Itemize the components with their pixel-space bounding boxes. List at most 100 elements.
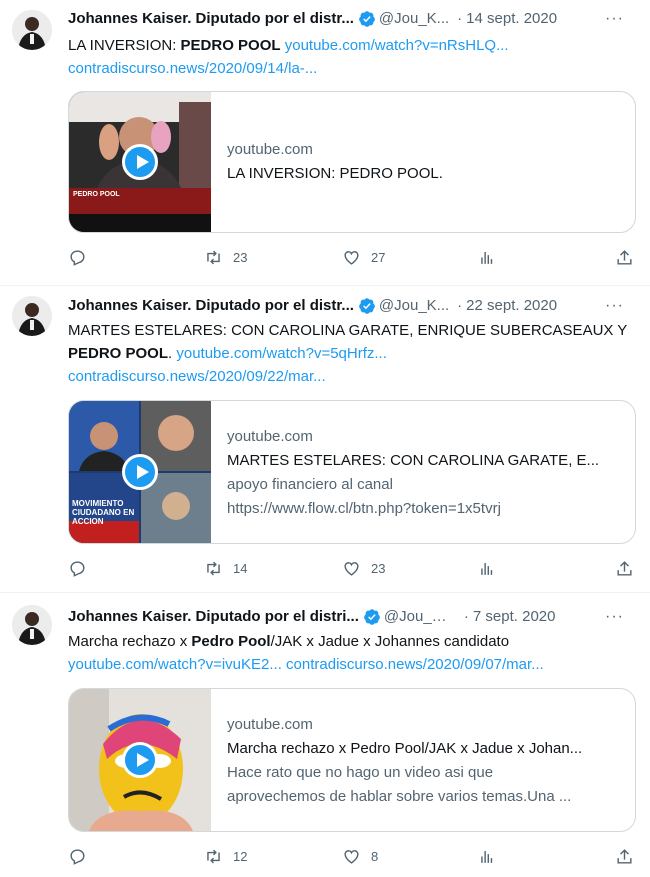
share-icon [617, 849, 632, 864]
play-icon[interactable] [122, 742, 158, 778]
share-button[interactable] [615, 847, 634, 866]
author-name[interactable]: Johannes Kaiser. Diputado por el distri.… [68, 607, 359, 627]
share-icon [617, 250, 632, 265]
card-title: LA INVERSION: PEDRO POOL. [227, 165, 443, 182]
like-count: 23 [371, 561, 386, 576]
views-button[interactable] [478, 847, 497, 866]
retweet-count: 23 [233, 250, 248, 265]
card-description: https://www.flow.cl/btn.php?token=1x5tvr… [227, 500, 501, 517]
link-card[interactable]: youtube.com Marcha rechazo x Pedro Pool/… [68, 688, 636, 832]
video-thumbnail: MOVIMIENTO CIUDADANO EN ACCION [69, 401, 211, 543]
views-button[interactable] [478, 248, 497, 267]
like-icon [344, 251, 359, 265]
views-icon [481, 562, 493, 575]
like-button[interactable]: 23 [342, 559, 385, 578]
card-domain: youtube.com [227, 716, 313, 733]
tweet-text: MARTES ESTELARES: CON CAROLINA GARATE, E… [68, 319, 628, 388]
tweet-actions: 14 23 [68, 559, 638, 579]
avatar[interactable] [12, 296, 52, 336]
avatar[interactable] [12, 10, 52, 50]
reply-button[interactable] [68, 559, 97, 578]
article-link[interactable]: contradiscurso.news/2020/09/22/mar... [68, 368, 326, 385]
separator: · [463, 608, 469, 625]
verified-icon [359, 298, 375, 314]
youtube-link[interactable]: youtube.com/watch?v=ivuKE2... [68, 656, 282, 673]
views-icon [481, 251, 493, 264]
card-title: Marcha rechazo x Pedro Pool/JAK x Jadue … [227, 740, 583, 757]
author-name[interactable]: Johannes Kaiser. Diputado por el distr..… [68, 9, 354, 29]
tweet-text-prefix: Marcha rechazo x [68, 633, 192, 650]
link-card[interactable]: MOVIMIENTO CIUDADANO EN ACCION youtube.c… [68, 400, 636, 544]
retweet-button[interactable]: 12 [204, 847, 247, 866]
author-name[interactable]: Johannes Kaiser. Diputado por el distr..… [68, 296, 354, 316]
retweet-icon [207, 849, 220, 864]
tweet-text: LA INVERSION: PEDRO POOL youtube.com/wat… [68, 34, 628, 80]
author-handle[interactable]: @Jou_Ka... [384, 607, 456, 627]
thumbnail-caption: MOVIMIENTO CIUDADANO EN ACCION [72, 499, 135, 526]
card-domain: youtube.com [227, 428, 313, 445]
tweet[interactable]: Johannes Kaiser. Diputado por el distri.… [0, 593, 650, 877]
tweet-text-suffix: /JAK x Jadue x Johannes candidato [270, 633, 510, 650]
reply-icon [70, 561, 85, 577]
views-icon [481, 850, 493, 863]
reply-icon [70, 849, 85, 865]
like-count: 8 [371, 849, 379, 864]
tweet-date[interactable]: 22 sept. 2020 [466, 296, 557, 316]
tweet-actions: 12 8 [68, 847, 638, 867]
tweet-date[interactable]: 14 sept. 2020 [466, 9, 557, 29]
card-title: MARTES ESTELARES: CON CAROLINA GARATE, E… [227, 452, 600, 469]
author-handle[interactable]: @Jou_K... [379, 9, 449, 29]
tweet-text-bold: PEDRO POOL [68, 345, 169, 362]
avatar[interactable] [12, 605, 52, 645]
more-options-button[interactable]: ··· [605, 9, 624, 29]
retweet-count: 14 [233, 561, 248, 576]
retweet-count: 12 [233, 849, 248, 864]
tweet-date[interactable]: 7 sept. 2020 [473, 607, 556, 627]
like-icon [344, 850, 359, 864]
tweet-text-prefix: LA INVERSION: [68, 37, 181, 54]
article-link[interactable]: contradiscurso.news/2020/09/07/mar... [286, 656, 544, 673]
tweet-text-bold: PEDRO POOL [180, 37, 281, 54]
share-icon [617, 561, 632, 576]
link-card[interactable]: PEDRO POOL youtube.com LA INVERSION: PED… [68, 91, 636, 233]
share-button[interactable] [615, 559, 634, 578]
tweet[interactable]: Johannes Kaiser. Diputado por el distr..… [0, 286, 650, 592]
author-handle[interactable]: @Jou_K... [379, 296, 449, 316]
verified-icon [359, 11, 375, 27]
separator: · [457, 297, 463, 314]
card-description: aprovechemos de hablar sobre varios tema… [227, 788, 572, 805]
separator: · [457, 10, 463, 27]
card-description: Hace rato que no hago un video asi que [227, 764, 494, 781]
retweet-button[interactable]: 23 [204, 248, 247, 267]
play-icon[interactable] [122, 454, 158, 490]
tweet-text: Marcha rechazo x Pedro Pool/JAK x Jadue … [68, 630, 628, 676]
card-description: apoyo financiero al canal [227, 476, 393, 493]
tweet-actions: 23 27 [68, 248, 638, 268]
tweet-text-bold: Pedro Pool [191, 633, 271, 650]
tweet[interactable]: Johannes Kaiser. Diputado por el distr..… [0, 0, 650, 285]
share-button[interactable] [615, 248, 634, 267]
verified-icon [364, 609, 380, 625]
more-options-button[interactable]: ··· [605, 607, 624, 627]
like-button[interactable]: 27 [342, 248, 385, 267]
video-thumbnail: PEDRO POOL [69, 92, 211, 232]
more-options-button[interactable]: ··· [605, 296, 624, 316]
views-button[interactable] [478, 559, 497, 578]
play-icon[interactable] [122, 144, 158, 180]
retweet-icon [207, 561, 220, 576]
thumbnail-caption: PEDRO POOL [73, 191, 120, 198]
card-domain: youtube.com [227, 141, 313, 158]
tweet-text-prefix: MARTES ESTELARES: CON CAROLINA GARATE, E… [68, 322, 628, 339]
reply-button[interactable] [68, 847, 97, 866]
article-link[interactable]: contradiscurso.news/2020/09/14/la-... [68, 60, 317, 77]
like-count: 27 [371, 250, 386, 265]
youtube-link[interactable]: youtube.com/watch?v=5qHrfz... [176, 345, 387, 362]
reply-button[interactable] [68, 248, 97, 267]
video-thumbnail [69, 689, 211, 831]
retweet-icon [207, 250, 220, 265]
youtube-link[interactable]: youtube.com/watch?v=nRsHLQ... [285, 37, 509, 54]
retweet-button[interactable]: 14 [204, 559, 247, 578]
like-button[interactable]: 8 [342, 847, 378, 866]
reply-icon [70, 250, 85, 266]
like-icon [344, 562, 359, 576]
